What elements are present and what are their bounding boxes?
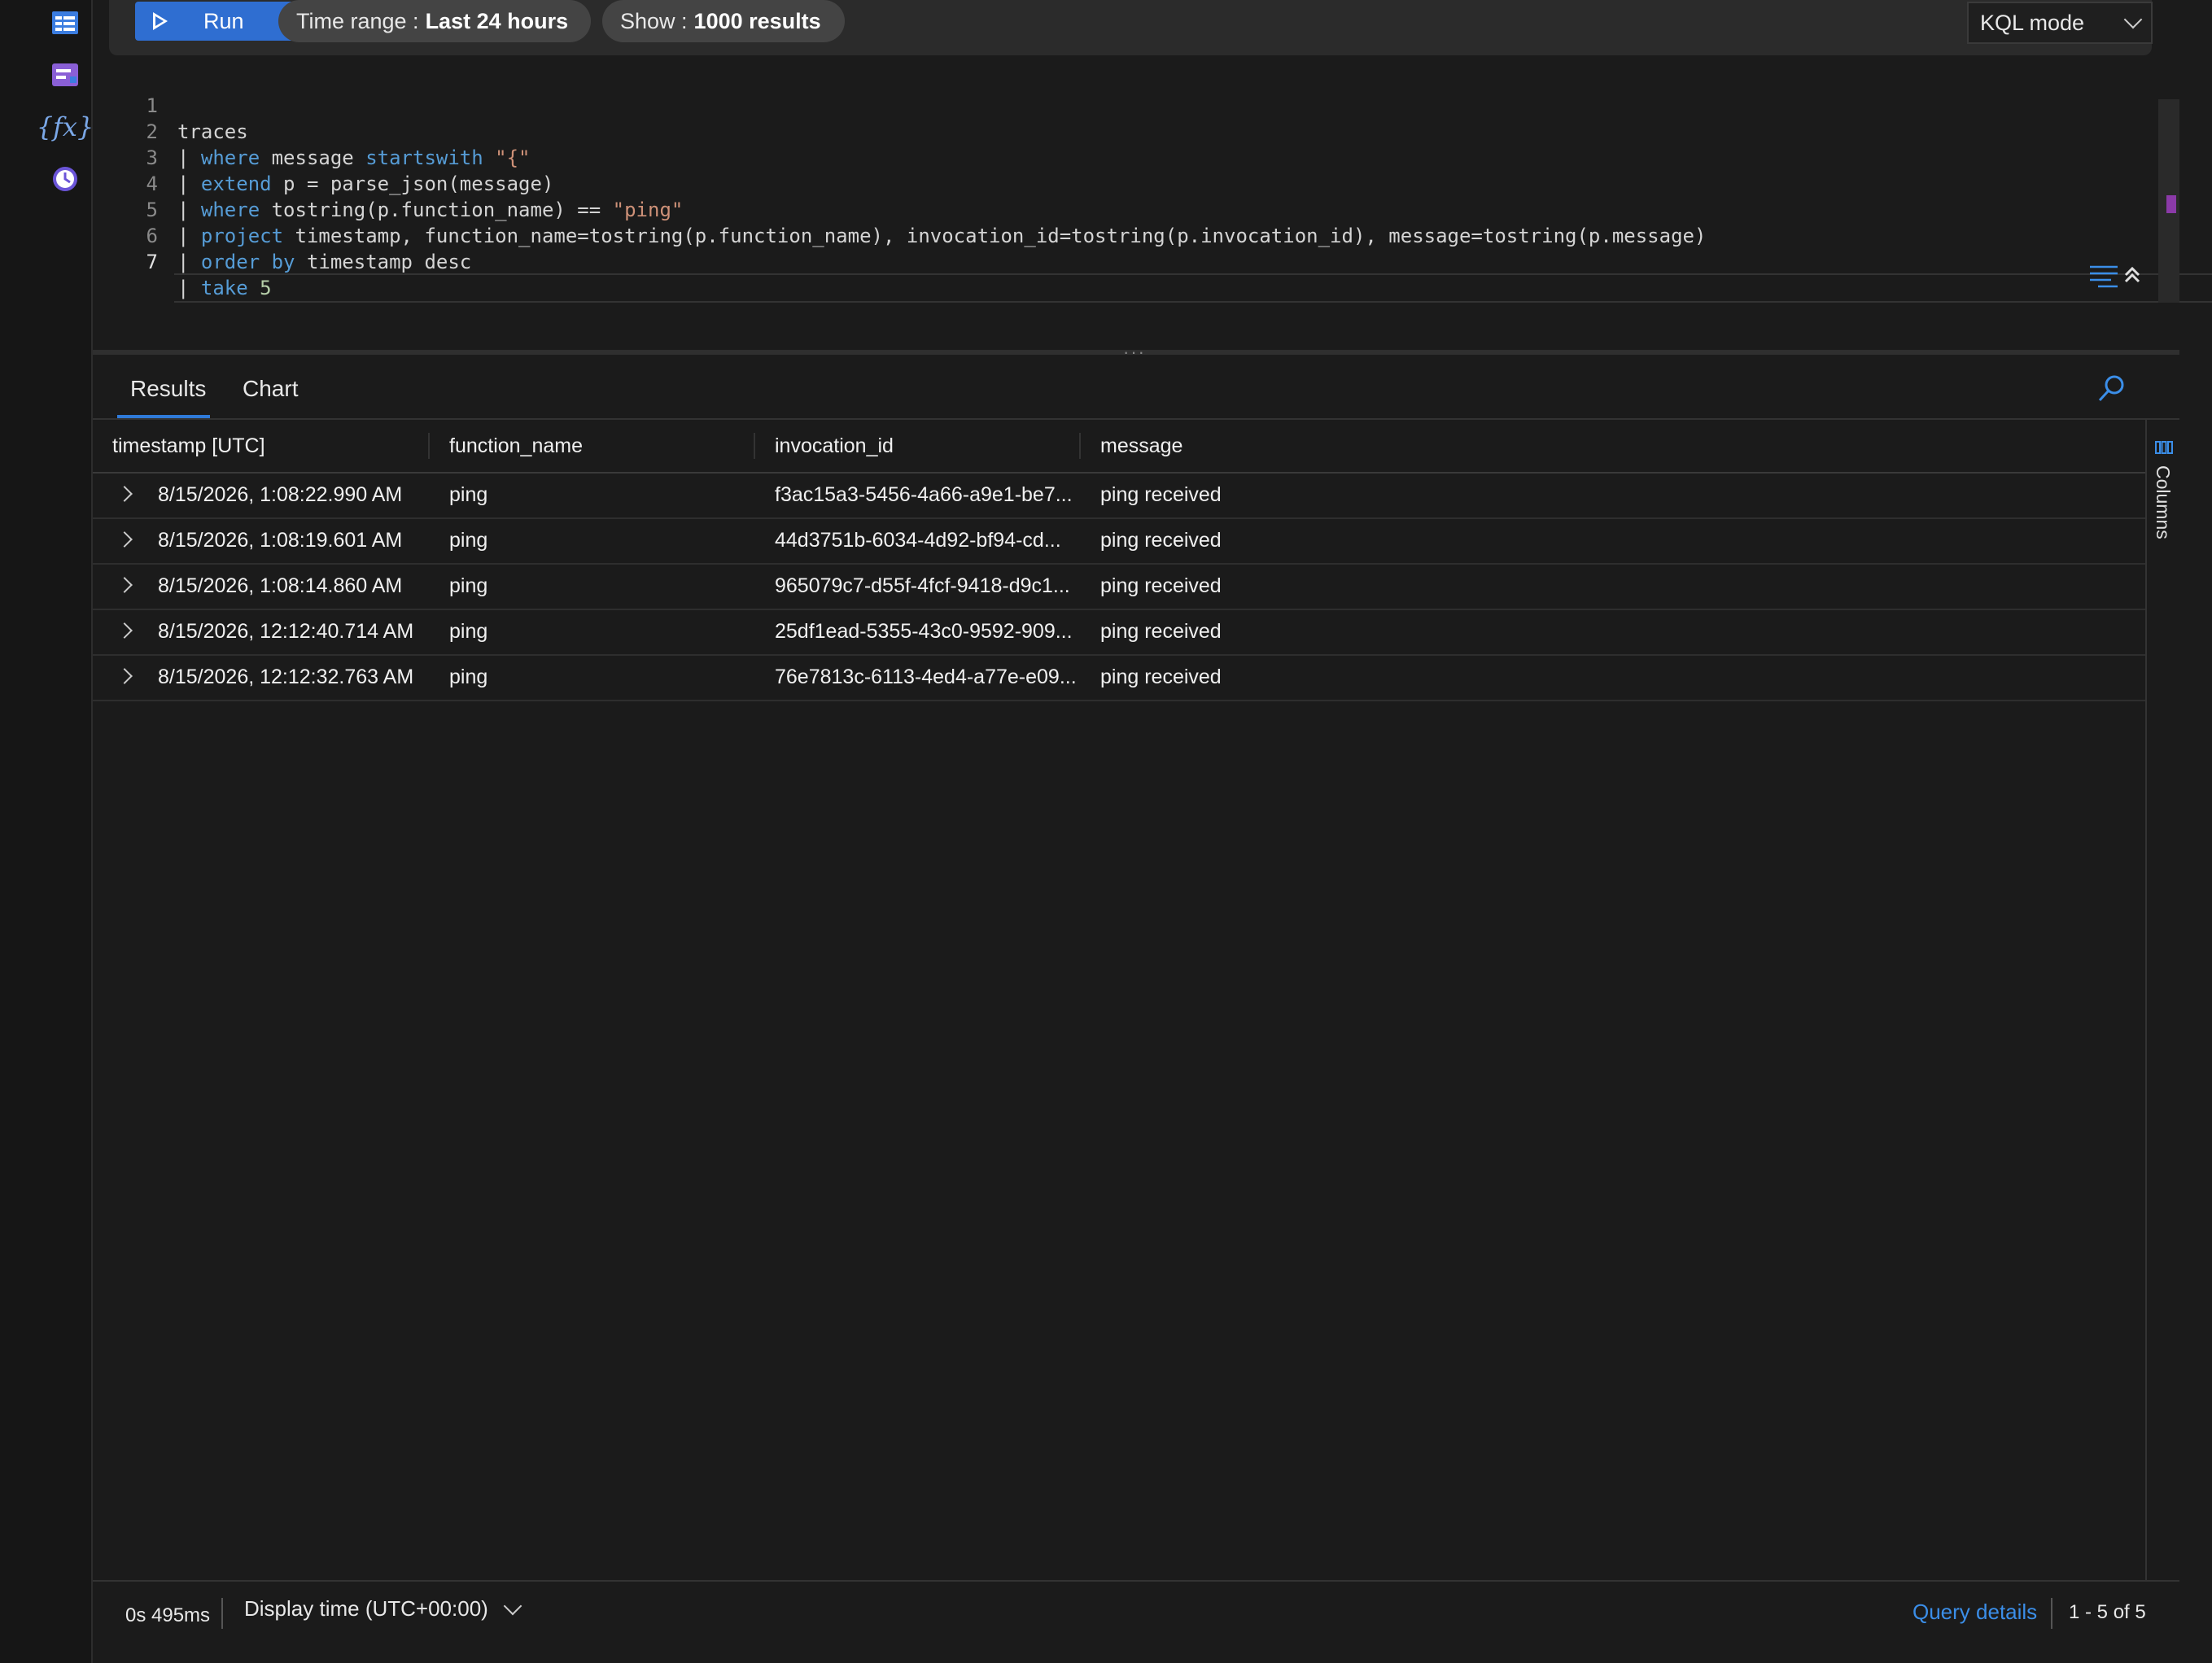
chevron-down-icon [503,1596,522,1615]
column-resizer[interactable] [1079,433,1081,459]
column-resizer[interactable] [754,433,755,459]
cell-invocation-id: 44d3751b-6034-4d92-bf94-cd... [775,529,1061,552]
chevron-right-icon[interactable] [116,668,133,684]
splitter-handle-icon[interactable]: ··· [1123,342,1146,363]
columns-icon [2155,441,2173,454]
cell-function-name: ping [449,483,488,506]
cell-message: ping received [1100,666,1222,688]
code-line: 6 | order by timestamp desc [146,225,472,273]
current-line-highlight [174,273,2212,303]
cell-timestamp: 8/15/2026, 12:12:40.714 AM [158,620,414,643]
query-toolbar: Run Time range : Last 24 hours Show : 10… [109,0,2153,55]
cell-timestamp: 8/15/2026, 1:08:22.990 AM [158,483,403,506]
left-rail: {fx} [0,0,94,1663]
status-bar: 0s 495ms Display time (UTC+00:00) Query … [93,1580,2179,1643]
grid-header: timestamp [UTC] function_name invocation… [93,420,2145,474]
word-wrap-icon[interactable] [2088,260,2142,290]
column-header-invocation-id[interactable]: invocation_id [775,434,894,458]
column-header-function-name[interactable]: function_name [449,434,583,458]
query-editor[interactable]: 1 traces 2 | where message startswith "{… [93,59,2212,348]
cell-timestamp: 8/15/2026, 1:08:14.860 AM [158,574,403,597]
cell-invocation-id: 76e7813c-6113-4ed4-a77e-e09... [775,666,1077,688]
result-tabs: Results Chart [93,361,2179,420]
divider [221,1598,223,1629]
cell-function-name: ping [449,529,488,552]
code-line: 2 | where message startswith "{" [146,120,531,169]
column-header-message[interactable]: message [1100,434,1183,458]
cell-message: ping received [1100,620,1222,643]
code-line: 1 traces [146,94,248,143]
table-row[interactable]: 8/15/2026, 1:08:22.990 AM ping f3ac15a3-… [93,474,2145,519]
query-duration: 0s 495ms [125,1604,211,1626]
search-icon[interactable] [2095,373,2127,405]
table-row[interactable]: 8/15/2026, 12:12:40.714 AM ping 25df1ead… [93,610,2145,656]
result-limit-picker[interactable]: Show : 1000 results [602,0,845,42]
tables-icon[interactable] [47,5,83,41]
code-line: 7 | take 5 [146,251,272,299]
code-line: 5 | project timestamp, function_name=tos… [146,199,1707,247]
display-time-dropdown[interactable]: Display time (UTC+00:00) [244,1596,522,1622]
column-resizer[interactable] [428,433,430,459]
active-tab-indicator [117,415,210,418]
mode-dropdown[interactable]: KQL mode [1967,2,2153,44]
cell-timestamp: 8/15/2026, 12:12:32.763 AM [158,666,414,688]
chevron-right-icon[interactable] [116,577,133,593]
play-icon [153,12,168,30]
cell-function-name: ping [449,666,488,688]
queries-icon[interactable] [47,57,83,93]
column-header-timestamp[interactable]: timestamp [UTC] [112,434,265,458]
chevron-right-icon[interactable] [116,622,133,639]
cell-invocation-id: 25df1ead-5355-43c0-9592-909... [775,620,1073,643]
table-row[interactable]: 8/15/2026, 1:08:19.601 AM ping 44d3751b-… [93,519,2145,565]
chevron-right-icon[interactable] [116,486,133,502]
history-icon[interactable] [47,161,83,197]
chevron-right-icon[interactable] [116,531,133,548]
cell-invocation-id: f3ac15a3-5456-4a66-a9e1-be7... [775,483,1073,506]
cell-function-name: ping [449,620,488,643]
cell-timestamp: 8/15/2026, 1:08:19.601 AM [158,529,403,552]
code-line: 3 | extend p = parse_json(message) [146,146,554,195]
results-grid: timestamp [UTC] function_name invocation… [93,420,2145,1580]
scroll-marker [2166,195,2176,213]
columns-panel-toggle[interactable]: Columns [2145,420,2181,1580]
cell-message: ping received [1100,574,1222,597]
functions-icon[interactable]: {fx} [37,109,94,145]
cell-message: ping received [1100,483,1222,506]
query-details-link[interactable]: Query details [1913,1600,2037,1625]
table-row[interactable]: 8/15/2026, 1:08:14.860 AM ping 965079c7-… [93,565,2145,610]
code-line: 4 | where tostring(p.function_name) == "… [146,172,684,221]
cell-invocation-id: 965079c7-d55f-4fcf-9418-d9c1... [775,574,1070,597]
tab-results[interactable]: Results [130,376,206,402]
tab-chart[interactable]: Chart [243,376,298,402]
editor-scrollbar[interactable] [2158,99,2179,303]
cell-message: ping received [1100,529,1222,552]
time-range-picker[interactable]: Time range : Last 24 hours [278,0,591,42]
result-count: 1 - 5 of 5 [2069,1601,2146,1623]
cell-function-name: ping [449,574,488,597]
divider [2051,1598,2052,1629]
chevron-down-icon [2123,10,2143,29]
table-row[interactable]: 8/15/2026, 12:12:32.763 AM ping 76e7813c… [93,656,2145,701]
